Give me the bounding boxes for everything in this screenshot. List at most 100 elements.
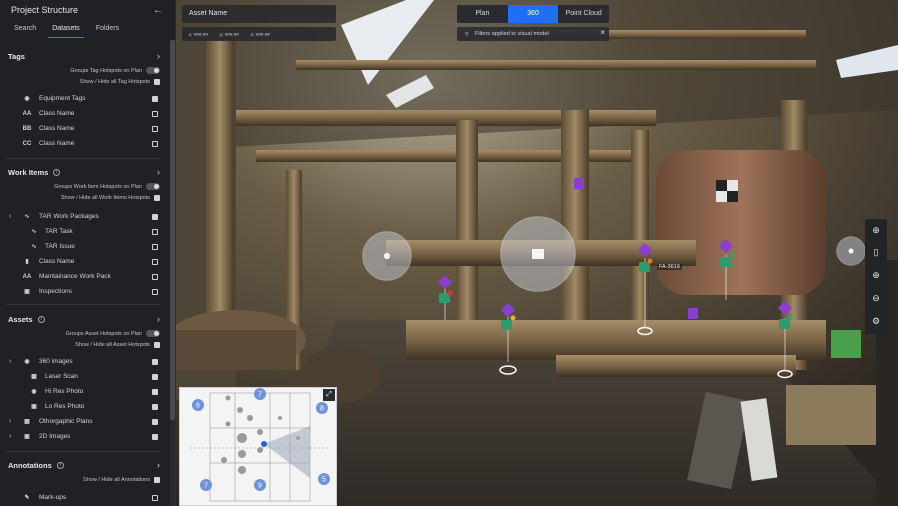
item-checkbox[interactable] (152, 243, 158, 250)
list-item[interactable]: ▦ Laser Scan (0, 369, 168, 384)
item-label: TAR Task (45, 228, 73, 235)
zoom-out-icon[interactable]: ⊖ (865, 287, 887, 309)
list-item[interactable]: ∿ TAR Issue (0, 239, 168, 254)
minimap-marker[interactable]: 7 (200, 479, 212, 491)
assets-section-header[interactable]: Assets i › (0, 312, 168, 326)
tag-hotspot[interactable] (574, 178, 584, 189)
item-checkbox[interactable] (152, 433, 158, 440)
option-label: Show / Hide all Tag Hotspots (79, 78, 150, 85)
show-tag-hotspots-checkbox[interactable] (154, 78, 160, 85)
list-item[interactable]: ▮ Class Name (0, 254, 168, 269)
work-item-hotspot[interactable] (639, 262, 650, 272)
chevron-right-icon[interactable]: › (157, 460, 160, 470)
item-checkbox[interactable] (152, 418, 158, 425)
list-item[interactable]: › ▦ Othorgaphic Plans (0, 414, 168, 429)
list-item[interactable]: ◉ Hi Res Photo (0, 384, 168, 399)
item-checkbox[interactable] (152, 403, 158, 410)
list-item[interactable]: › ∿ TAR Work Packages (0, 209, 168, 224)
item-checkbox[interactable] (152, 373, 158, 380)
chevron-right-icon[interactable]: › (9, 358, 11, 365)
item-checkbox[interactable] (152, 95, 158, 102)
item-checkbox[interactable] (152, 288, 158, 295)
view-mode-switch: Plan 360 Point Cloud (457, 5, 609, 23)
expand-icon[interactable]: ⤢ (323, 389, 335, 401)
show-annotations-checkbox[interactable] (154, 476, 160, 483)
item-label: Class Name (39, 258, 75, 265)
minimap[interactable]: 6 7 8 7 9 5 ⤢ (179, 387, 337, 506)
info-icon[interactable]: i (37, 315, 45, 323)
work-item-hotspot[interactable] (779, 319, 790, 329)
panorama-viewer[interactable]: FA-3619 Asset Name x: ###.## y: ###.## z… (176, 0, 898, 506)
chevron-right-icon[interactable]: › (157, 314, 160, 324)
show-hide-option: Show / Hide all Asset Hotspots (0, 339, 168, 350)
chevron-right-icon[interactable]: › (157, 167, 160, 177)
list-item[interactable]: BB Class Name (0, 121, 168, 136)
item-checkbox[interactable] (152, 494, 158, 501)
plus-icon[interactable]: ⊕ (865, 219, 887, 241)
list-item[interactable]: ◉ Equipment Tags (0, 91, 168, 106)
item-checkbox[interactable] (152, 258, 158, 265)
asset-name-field: Asset Name (182, 5, 336, 23)
work-item-hotspot[interactable] (501, 320, 512, 330)
minimap-marker[interactable]: 6 (192, 399, 204, 411)
item-checkbox[interactable] (152, 140, 158, 147)
mode-360-button[interactable]: 360 (507, 5, 559, 23)
chevron-right-icon[interactable]: › (157, 51, 160, 61)
list-item[interactable]: ▣ Inspections (0, 284, 168, 299)
info-icon[interactable]: i (53, 168, 61, 176)
list-item[interactable]: › ▣ 2D Images (0, 429, 168, 444)
item-checkbox[interactable] (152, 228, 158, 235)
item-label: Mark-ups (39, 494, 67, 501)
mode-point-cloud-button[interactable]: Point Cloud (558, 5, 609, 23)
show-asset-hotspots-checkbox[interactable] (154, 341, 160, 348)
ruler-icon[interactable]: ▯ (865, 241, 887, 263)
item-checkbox[interactable] (152, 273, 158, 280)
minimap-marker[interactable]: 8 (316, 402, 328, 414)
tag-hotspot[interactable] (688, 308, 698, 319)
close-icon[interactable]: × (600, 28, 605, 37)
mode-plan-button[interactable]: Plan (457, 5, 508, 23)
item-checkbox[interactable] (152, 213, 158, 220)
image-icon: ▣ (31, 404, 37, 410)
zoom-in-icon[interactable]: ⊕ (865, 264, 887, 286)
item-label: 360 images (39, 358, 73, 365)
chevron-right-icon[interactable]: › (9, 418, 11, 425)
tab-folders[interactable]: Folders (90, 20, 125, 38)
item-label: Equipment Tags (39, 95, 86, 102)
list-item[interactable]: AA Class Name (0, 106, 168, 121)
gear-icon[interactable]: ⚙ (865, 310, 887, 332)
work-items-section-header[interactable]: Work Items i › (0, 165, 168, 179)
chevron-right-icon[interactable]: › (9, 213, 11, 220)
group-work-item-hotspots-toggle[interactable] (146, 183, 160, 190)
sidebar-scrollbar-thumb[interactable] (170, 40, 175, 420)
info-icon[interactable]: i (56, 461, 64, 469)
arrow-left-icon[interactable]: ← (153, 5, 163, 16)
show-work-item-hotspots-checkbox[interactable] (154, 194, 160, 201)
item-label: Lo Res Photo (45, 403, 85, 410)
group-tag-hotspots-toggle[interactable] (146, 67, 160, 74)
item-checkbox[interactable] (152, 125, 158, 132)
list-item[interactable]: ∿ TAR Task (0, 224, 168, 239)
minimap-marker[interactable]: 9 (254, 479, 266, 491)
annotations-section-header[interactable]: Annotations i › (0, 458, 168, 472)
tab-datasets[interactable]: Datasets (46, 20, 86, 38)
coord-x: x: ###.## (189, 31, 208, 37)
minimap-marker[interactable]: 7 (254, 388, 266, 400)
item-checkbox[interactable] (152, 110, 158, 117)
list-item[interactable]: CC Class Name (0, 136, 168, 151)
list-item[interactable]: ▣ Lo Res Photo (0, 399, 168, 414)
list-item[interactable]: ✎ Mark-ups (0, 490, 168, 505)
minimap-marker[interactable]: 5 (318, 473, 330, 485)
work-item-hotspot[interactable] (720, 257, 731, 267)
hotspot-label[interactable]: FA-3619 (657, 264, 682, 270)
chevron-right-icon[interactable]: › (9, 433, 11, 440)
tags-section-header[interactable]: Tags › (0, 49, 168, 63)
divider (6, 304, 160, 305)
item-checkbox[interactable] (152, 358, 158, 365)
item-checkbox[interactable] (152, 388, 158, 395)
tab-search[interactable]: Search (8, 20, 42, 38)
svg-text:6: 6 (196, 403, 200, 410)
list-item[interactable]: AA Maintainance Work Pack (0, 269, 168, 284)
list-item[interactable]: › ◉ 360 images (0, 354, 168, 369)
group-asset-hotspots-toggle[interactable] (146, 330, 160, 337)
